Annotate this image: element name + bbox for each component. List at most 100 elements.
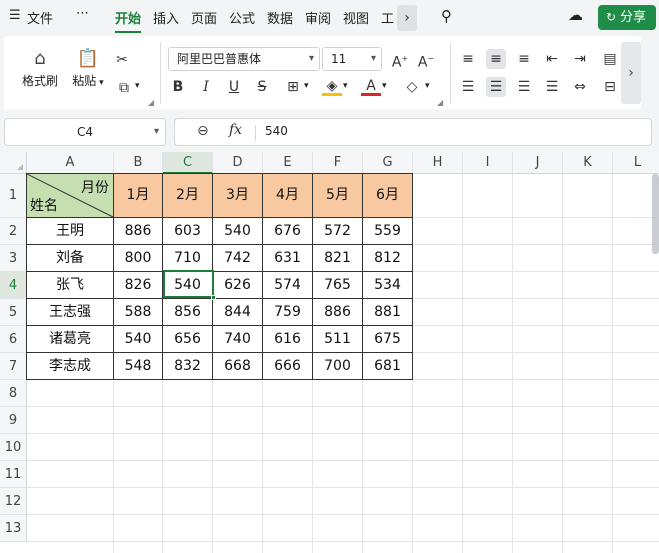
row-header-11[interactable]: 11 [0,461,27,488]
value-cell[interactable]: 856 [163,299,213,326]
value-cell[interactable]: 668 [213,353,263,380]
column-header-c[interactable]: C [163,152,213,174]
chevron-down-icon[interactable]: ▾ [343,81,348,91]
underline-button[interactable]: U [224,77,244,97]
align-right-icon[interactable]: ☰ [514,77,534,97]
justify-icon[interactable]: ☰ [542,77,562,97]
column-header-b[interactable]: B [114,152,163,174]
align-center-icon[interactable]: ☰ [486,77,506,97]
menu-file[interactable]: 文件 [27,8,53,27]
value-cell[interactable]: 812 [363,245,413,272]
hamburger-icon[interactable]: ☰ [9,8,21,23]
border-icon[interactable]: ⊞ [283,77,303,97]
cloud-icon[interactable]: ☁ [568,6,583,24]
fill-handle[interactable] [211,295,216,300]
value-cell[interactable]: 676 [263,218,313,245]
value-cell[interactable]: 540 [213,218,263,245]
value-cell[interactable]: 631 [263,245,313,272]
column-header-j[interactable]: J [513,152,563,174]
font-size-select[interactable]: 11 ▾ [322,47,382,71]
value-cell[interactable]: 826 [114,272,163,299]
value-cell[interactable]: 710 [163,245,213,272]
column-header-a[interactable]: A [27,152,114,174]
distributed-icon[interactable]: ⇔ [570,77,590,97]
month-header-cell[interactable]: 2月 [163,174,213,218]
value-cell[interactable]: 740 [213,326,263,353]
select-all-button[interactable] [0,152,27,174]
column-header-e[interactable]: E [263,152,313,174]
name-cell[interactable]: 王志强 [27,299,114,326]
value-cell[interactable]: 534 [363,272,413,299]
name-cell[interactable]: 张飞 [27,272,114,299]
dialog-launcher-icon[interactable]: ◢ [437,98,443,107]
chevron-right-icon[interactable]: › [397,5,417,31]
value-cell[interactable]: 742 [213,245,263,272]
row-header-8[interactable]: 8 [0,380,27,407]
value-cell[interactable]: 886 [313,299,363,326]
value-cell[interactable]: 759 [263,299,313,326]
tab-home[interactable]: 开始 [115,8,141,27]
vertical-scrollbar[interactable] [652,174,659,254]
month-header-cell[interactable]: 6月 [363,174,413,218]
fill-color-icon[interactable]: ◈ [322,76,342,96]
chevron-down-icon[interactable]: ▾ [154,119,159,145]
value-cell[interactable]: 656 [163,326,213,353]
chevron-down-icon[interactable]: ▾ [382,81,387,91]
value-cell[interactable]: 844 [213,299,263,326]
value-cell[interactable]: 800 [114,245,163,272]
merge-cells-icon[interactable]: ⊟ [600,77,620,97]
font-name-select[interactable]: 阿里巴巴普惠体 ▾ [168,47,320,71]
name-cell[interactable]: 刘备 [27,245,114,272]
column-header-i[interactable]: I [463,152,513,174]
copy-icon[interactable]: ⧉ [114,78,134,98]
column-header-h[interactable]: H [413,152,463,174]
value-cell[interactable]: 821 [313,245,363,272]
value-cell[interactable]: 675 [363,326,413,353]
cut-icon[interactable]: ✂ [112,50,132,70]
column-header-d[interactable]: D [213,152,263,174]
name-cell[interactable]: 诸葛亮 [27,326,114,353]
dialog-launcher-icon[interactable]: ◢ [148,98,154,107]
align-left-icon[interactable]: ☰ [458,77,478,97]
increase-font-icon[interactable]: A+ [390,49,410,71]
row-header-13[interactable]: 13 [0,515,27,542]
name-cell[interactable]: 王明 [27,218,114,245]
diagonal-header-cell[interactable]: 月份 姓名 [27,174,114,218]
strikethrough-button[interactable]: S [252,77,272,97]
column-header-f[interactable]: F [313,152,363,174]
column-header-g[interactable]: G [363,152,413,174]
tab-view[interactable]: 视图 [343,8,369,27]
tab-page[interactable]: 页面 [191,8,217,27]
value-cell[interactable]: 559 [363,218,413,245]
value-cell[interactable]: 588 [114,299,163,326]
chevron-down-icon[interactable]: ▾ [425,81,430,91]
format-painter-button[interactable]: ⌂ 格式刷 [20,46,60,89]
value-cell[interactable]: 603 [163,218,213,245]
column-header-l[interactable]: L [613,152,659,174]
ribbon-scroll-right-icon[interactable]: › [621,42,641,104]
function-icon[interactable]: fx [229,122,242,138]
name-box[interactable]: C4 ▾ [4,118,166,146]
align-middle-icon[interactable]: ≡ [486,49,506,69]
row-header-4[interactable]: 4 [0,272,27,299]
wrap-text-icon[interactable]: ▤ [600,49,620,69]
value-cell[interactable]: 511 [313,326,363,353]
month-header-cell[interactable]: 3月 [213,174,263,218]
value-cell[interactable]: 886 [114,218,163,245]
align-bottom-icon[interactable]: ≡ [514,49,534,69]
decrease-font-icon[interactable]: A− [416,49,436,71]
row-header-1[interactable]: 1 [0,174,27,218]
value-cell[interactable]: 832 [163,353,213,380]
chevron-down-icon[interactable]: ▾ [304,81,309,91]
indent-icon[interactable]: ⇥ [570,49,590,69]
paste-button[interactable]: 📋 粘贴 ▾ [68,46,108,89]
row-header-9[interactable]: 9 [0,407,27,434]
row-header-12[interactable]: 12 [0,488,27,515]
row-header-6[interactable]: 6 [0,326,27,353]
zoom-icon[interactable]: ⊖ [197,123,209,139]
row-header-7[interactable]: 7 [0,353,27,380]
value-cell[interactable]: 700 [313,353,363,380]
name-cell[interactable]: 李志成 [27,353,114,380]
value-cell[interactable]: 681 [363,353,413,380]
month-header-cell[interactable]: 4月 [263,174,313,218]
